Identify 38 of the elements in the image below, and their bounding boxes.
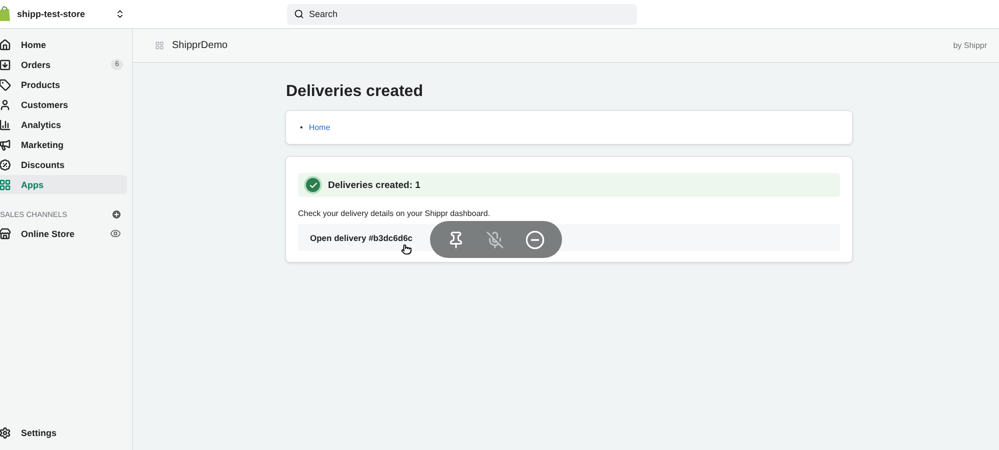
apps-grid-icon [0,178,11,190]
bullet-marker: • [300,123,303,132]
gear-icon [0,426,11,438]
chevrons-icon[interactable] [115,9,125,19]
storefront-icon [0,228,11,240]
nav-item[interactable]: Discounts [0,155,127,174]
app-title: ShipprDemo [172,40,229,51]
banner-text: Deliveries created: 1 [328,180,420,190]
nav-item[interactable]: Home [0,35,127,54]
store-name: shipp-test-store [17,9,86,19]
nav-item[interactable]: Analytics [0,115,127,134]
inbox-icon [0,58,11,70]
hand-cursor-icon [401,244,412,255]
settings-item[interactable]: Settings [0,423,127,442]
megaphone-icon [0,138,11,150]
eye-icon[interactable] [110,228,121,239]
nav-item[interactable]: Marketing [0,135,127,154]
message-text: Check your delivery details on your Shippr dashboard. [298,209,492,218]
nav-item[interactable]: Customers [0,95,127,114]
search-field[interactable]: Search [287,4,637,24]
house-icon [0,38,11,50]
shopping-bag-icon [0,6,11,22]
nav-item[interactable]: Products [0,75,127,94]
apps-grid-icon [155,41,164,50]
search-icon [294,8,304,18]
delivery-link[interactable]: Open delivery #b3dc6d6c [310,232,413,242]
minimize-button[interactable] [525,230,546,250]
percent-badge-icon [0,158,11,170]
add-icon[interactable] [111,209,122,220]
app-author: by Shippr [953,41,987,50]
person-icon [0,98,11,110]
nav-item[interactable]: Apps [0,175,127,194]
bar-chart-icon [0,118,11,130]
tag-icon [0,78,11,90]
page-title: Deliveries created [286,83,424,101]
check-icon [306,178,320,192]
breadcrumb-link[interactable]: Home [308,123,330,132]
nav-item[interactable]: Online Store [0,224,127,243]
